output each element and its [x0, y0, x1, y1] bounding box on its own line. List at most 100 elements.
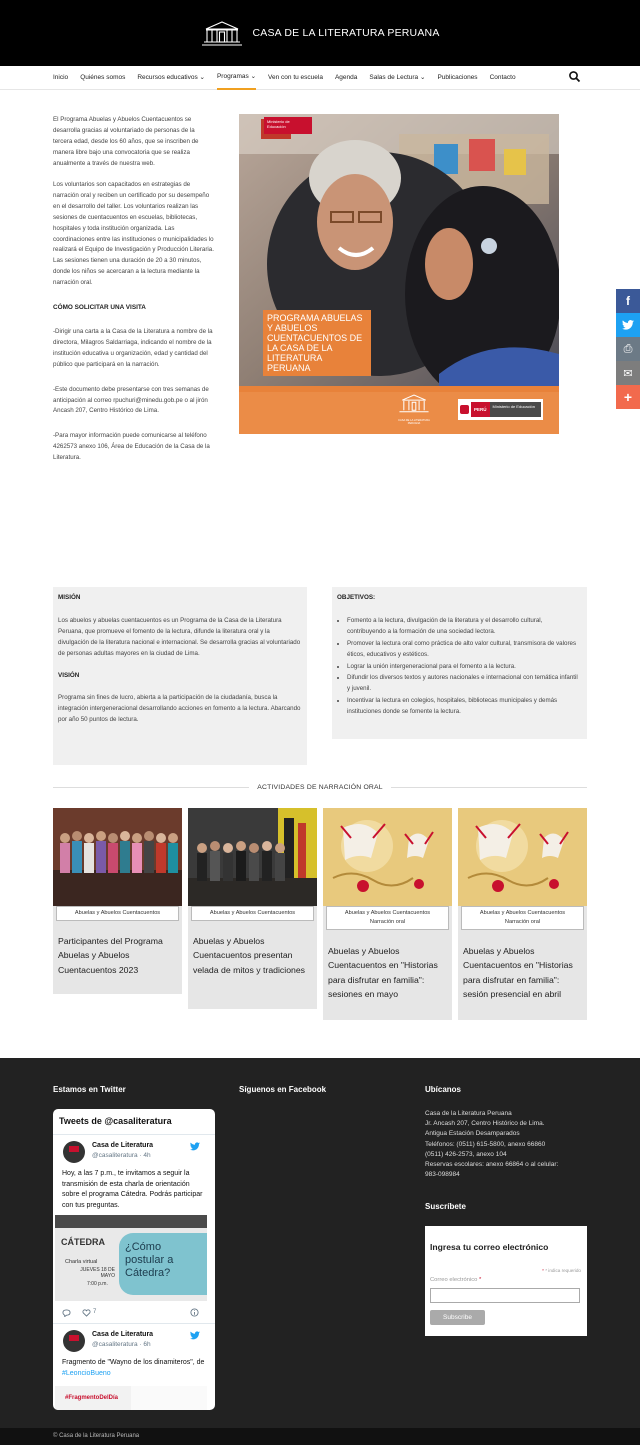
nav-item-inicio[interactable]: Inicio	[53, 66, 68, 90]
tweet-image[interactable]: CÁTEDRA Charla virtual JUEVES 18 DE MAYO…	[55, 1215, 207, 1301]
card-title[interactable]: Abuelas y Abuelos Cuentacuentos en "Hist…	[463, 944, 585, 1002]
group-photo	[53, 808, 182, 906]
chevron-down-icon: ⌄	[250, 72, 257, 80]
objetivos-heading: OBJETIVOS:	[337, 594, 376, 601]
subscribe-button[interactable]: Subscribe	[430, 1310, 485, 1325]
email-field[interactable]	[430, 1288, 580, 1303]
activity-card[interactable]: Abuelas y Abuelos Cuentacuentos Narració…	[323, 808, 452, 1020]
building-logo-icon	[399, 394, 429, 413]
share-print-button[interactable]: ⎙	[616, 337, 640, 361]
share-email-button[interactable]: ✉	[616, 361, 640, 385]
like-count: 7	[93, 1309, 97, 1315]
building-logo-icon	[202, 21, 243, 46]
activities-section-title: ACTIVIDADES DE NARRACIÓN ORAL	[53, 780, 587, 794]
nav-item-salas-de-lectura[interactable]: Salas de Lectura ⌄	[369, 66, 425, 90]
objetivos-list: Fomento a la lectura, divulgación de la …	[337, 616, 582, 718]
tweet[interactable]: Casa de Literatura @casaliteratura · 4h …	[53, 1135, 215, 1323]
nav-label: Salas de Lectura	[369, 73, 419, 81]
card-category-tag[interactable]: Abuelas y Abuelos Cuentacuentos Narració…	[326, 906, 449, 930]
card-tag-label: Abuelas y Abuelos Cuentacuentos	[209, 910, 296, 916]
reply-icon[interactable]	[62, 1309, 71, 1317]
activity-card[interactable]: Abuelas y Abuelos Cuentacuentos Particip…	[53, 808, 182, 994]
twitter-bird-icon	[190, 1142, 200, 1151]
nav-label: Ven con tu escuela	[268, 73, 323, 81]
location-heading: Ubícanos	[425, 1085, 462, 1094]
card-tag-label: Abuelas y Abuelos Cuentacuentos	[74, 910, 161, 916]
activity-card[interactable]: Abuelas y Abuelos Cuentacuentos Narració…	[458, 808, 587, 1020]
card-title[interactable]: Abuelas y Abuelos Cuentacuentos en "Hist…	[328, 944, 450, 1002]
nav-label: Recursos educativos	[137, 73, 198, 81]
card-tag-label: Narración oral	[504, 919, 541, 925]
card-image	[323, 808, 452, 906]
tweet[interactable]: Casa de Literatura @casaliteratura · 6h …	[53, 1324, 215, 1410]
nav-label: Contacto	[489, 73, 516, 81]
how-to-request-heading: CÓMO SOLICITAR UNA VISITA	[53, 304, 146, 312]
hero-badge-text: Ministerio de Educación	[267, 119, 290, 129]
tweet-image-time: 7:00 p.m.	[87, 1281, 108, 1287]
nav-label: Programas	[216, 72, 249, 80]
list-item: Difundir los diversos textos y autores n…	[347, 673, 582, 695]
card-image	[188, 808, 317, 906]
tweet-image-tag: #FragmentoDelDía	[65, 1395, 119, 1401]
email-icon: ✉	[623, 366, 633, 380]
list-item: Promover la lectura oral como práctica d…	[347, 639, 582, 661]
print-icon: ⎙	[623, 342, 633, 355]
share-more-button[interactable]: +	[616, 385, 640, 409]
list-item: Lograr la unión intergeneracional para e…	[347, 662, 582, 673]
card-category-tag[interactable]: Abuelas y Abuelos Cuentacuentos Narració…	[461, 906, 584, 930]
tweet-author[interactable]: Casa de Literatura	[92, 1331, 153, 1338]
site-header: CASA DE LA LITERATURA PERUANA	[0, 0, 640, 66]
activity-card[interactable]: Abuelas y Abuelos Cuentacuentos Abuelas …	[188, 808, 317, 1009]
card-title[interactable]: Participantes del Programa Abuelas y Abu…	[58, 934, 180, 977]
share-twitter-button[interactable]	[616, 313, 640, 337]
hero-badge: Ministerio de Educación	[264, 117, 312, 134]
share-facebook-button[interactable]: f	[616, 289, 640, 313]
tweet-image-question-text: ¿Cómo postular a Cátedra?	[125, 1241, 174, 1279]
nav-item-agenda[interactable]: Agenda	[335, 66, 357, 90]
main-nav: Inicio Quiénes somos Recursos educativos…	[0, 66, 640, 90]
tweet-author[interactable]: Casa de Literatura	[92, 1142, 153, 1149]
divider	[53, 786, 250, 788]
hero-overlay-title: PROGRAMA ABUELAS Y ABUELOS CUENTACUENTOS…	[263, 310, 371, 376]
peru-shield-icon	[460, 405, 469, 414]
search-icon[interactable]	[568, 70, 582, 84]
more-icon: +	[623, 389, 633, 405]
twitter-heading: Estamos en Twitter	[53, 1085, 126, 1094]
hashtag-link[interactable]: #LeoncioBueno	[62, 1370, 111, 1377]
card-category-tag[interactable]: Abuelas y Abuelos Cuentacuentos	[56, 906, 179, 921]
card-category-tag[interactable]: Abuelas y Abuelos Cuentacuentos	[191, 906, 314, 921]
hero-image: Ministerio de Educación PROGRAMA ABUELAS…	[239, 114, 559, 434]
avatar	[63, 1330, 85, 1352]
vision-heading: VISIÓN	[58, 671, 80, 679]
card-tag-label: Abuelas y Abuelos Cuentacuentos	[479, 910, 566, 916]
twitter-widget[interactable]: Tweets de @casaliteratura Casa de Litera…	[53, 1109, 215, 1410]
nav-label: Agenda	[334, 73, 358, 81]
info-icon[interactable]	[190, 1308, 199, 1317]
nav-item-programas[interactable]: Programas ⌄	[216, 66, 257, 90]
vision-text: Programa sin fines de lucro, abierta a l…	[58, 694, 301, 724]
tweet-image[interactable]: #FragmentoDelDía	[55, 1386, 207, 1410]
card-image	[458, 808, 587, 906]
twitter-icon	[622, 320, 634, 330]
nav-item-publicaciones[interactable]: Publicaciones	[437, 66, 477, 90]
card-title[interactable]: Abuelas y Abuelos Cuentacuentos presenta…	[193, 934, 315, 977]
nav-item-ven-con-tu-escuela[interactable]: Ven con tu escuela	[268, 66, 323, 90]
address-line: Jr. Ancash 207, Centro Histórico de Lima…	[425, 1120, 545, 1128]
nav-item-quienes-somos[interactable]: Quiénes somos	[80, 66, 125, 90]
heart-icon[interactable]	[82, 1309, 91, 1317]
address-line: Antigua Estación Desamparados	[425, 1130, 520, 1138]
objetivos-box: OBJETIVOS: Fomento a la lectura, divulga…	[332, 587, 587, 739]
nav-label: Quiénes somos	[80, 73, 126, 81]
address-line: (0511) 426-2573, anexo 104	[425, 1150, 507, 1158]
nav-item-recursos-educativos[interactable]: Recursos educativos ⌄	[137, 66, 205, 90]
hero-overlay-text: PROGRAMA ABUELAS Y ABUELOS CUENTACUENTOS…	[267, 313, 363, 373]
tweet-image-date: JUEVES 18 DE MAYO	[80, 1267, 115, 1279]
nav-item-contacto[interactable]: Contacto	[490, 66, 516, 90]
tweet-image-question: ¿Cómo postular a Cátedra?	[119, 1233, 207, 1295]
card-tag-label: Narración oral	[369, 919, 406, 925]
subscribe-form: Ingresa tu correo electrónico * * indica…	[425, 1226, 587, 1336]
mision-vision-box: MISIÓN Los abuelos y abuelas cuentacuent…	[53, 587, 307, 765]
list-item: Fomento a la lectura, divulgación de la …	[347, 616, 582, 638]
site-logo[interactable]: CASA DE LA LITERATURA PERUANA	[200, 18, 439, 48]
card-image	[53, 808, 182, 906]
